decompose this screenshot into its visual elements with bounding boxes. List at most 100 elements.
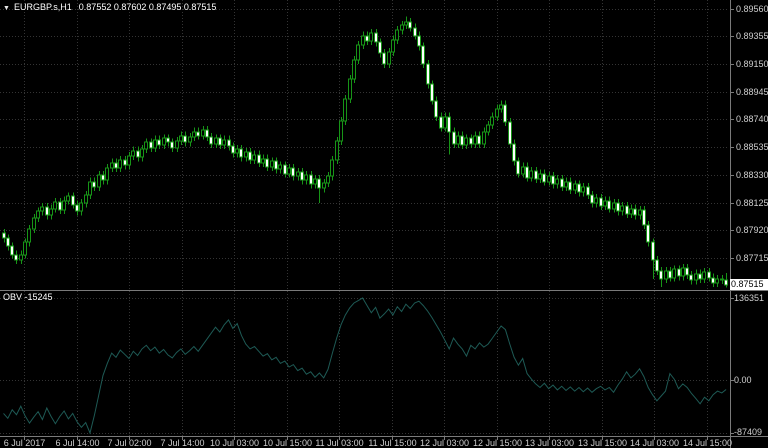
bear-candle bbox=[625, 205, 629, 215]
bear-candle bbox=[707, 271, 711, 279]
bull-candle bbox=[313, 178, 317, 185]
bear-candle bbox=[534, 170, 538, 180]
bull-candle bbox=[62, 200, 66, 211]
bear-candle bbox=[421, 45, 425, 65]
bear-candle bbox=[689, 274, 693, 281]
bear-candle bbox=[417, 35, 421, 47]
bear-candle bbox=[101, 174, 105, 181]
bear-candle bbox=[209, 136, 213, 145]
bear-candle bbox=[248, 151, 252, 161]
time-axis-label: 7 Jul 02:00 bbox=[107, 438, 151, 448]
bull-candle bbox=[538, 173, 542, 180]
bear-candle bbox=[374, 32, 378, 43]
time-axis-label: 11 Jul 03:00 bbox=[315, 438, 363, 448]
bull-candle bbox=[192, 131, 196, 138]
bear-candle bbox=[452, 131, 456, 145]
bear-candle bbox=[560, 178, 564, 188]
bear-candle bbox=[426, 63, 430, 85]
price-axis-label: 0.88125 bbox=[736, 198, 768, 208]
bear-candle bbox=[227, 139, 231, 147]
bull-candle bbox=[456, 135, 460, 145]
bear-candle bbox=[408, 21, 412, 29]
bull-candle bbox=[356, 44, 360, 61]
bull-candle bbox=[486, 124, 490, 133]
bull-candle bbox=[348, 78, 352, 100]
bull-candle bbox=[529, 170, 533, 179]
time-axis-label: 10 Jul 15:00 bbox=[263, 438, 312, 448]
bear-candle bbox=[724, 279, 728, 286]
bull-candle bbox=[201, 129, 205, 137]
bear-candle bbox=[300, 171, 304, 181]
bull-candle bbox=[400, 24, 404, 31]
bull-candle bbox=[464, 137, 468, 146]
bull-candle bbox=[404, 21, 408, 26]
bear-candle bbox=[170, 141, 174, 149]
bear-candle bbox=[365, 35, 369, 42]
chart-canvas[interactable]: 0.89560 0.89355 0.89150 0.88945 0.88740 0.885… bbox=[0, 0, 768, 448]
obv-axis-label: 136351 bbox=[734, 293, 764, 303]
bull-candle bbox=[395, 29, 399, 41]
bear-candle bbox=[218, 137, 222, 146]
bear-candle bbox=[542, 173, 546, 183]
bull-candle bbox=[131, 150, 135, 157]
bear-candle bbox=[183, 135, 187, 143]
time-axis-label: 6 Jul 2017 bbox=[4, 438, 46, 448]
time-axis-label: 6 Jul 14:00 bbox=[55, 438, 99, 448]
indicator-value: -15245 bbox=[24, 292, 53, 302]
bull-candle bbox=[564, 181, 568, 188]
bull-candle bbox=[244, 151, 248, 158]
bull-candle bbox=[79, 202, 83, 212]
bull-candle bbox=[23, 241, 27, 256]
bear-candle bbox=[698, 273, 702, 280]
bear-candle bbox=[71, 195, 75, 206]
bear-candle bbox=[720, 278, 724, 281]
bear-candle bbox=[2, 232, 6, 239]
bull-candle bbox=[391, 39, 395, 53]
bull-candle bbox=[140, 148, 144, 158]
bull-candle bbox=[179, 135, 183, 142]
bear-candle bbox=[382, 52, 386, 65]
bull-candle bbox=[715, 278, 719, 284]
bear-candle bbox=[265, 158, 269, 168]
indicator-label: OBV -15245 bbox=[3, 292, 53, 302]
bear-candle bbox=[577, 183, 581, 193]
bull-candle bbox=[304, 174, 308, 181]
bull-candle bbox=[521, 166, 525, 175]
bull-candle bbox=[499, 104, 503, 110]
bear-candle bbox=[283, 164, 287, 175]
bear-candle bbox=[460, 135, 464, 146]
bull-candle bbox=[387, 51, 391, 65]
price-axis-label: 0.87920 bbox=[736, 225, 768, 235]
bull-candle bbox=[27, 228, 31, 243]
bear-candle bbox=[136, 150, 140, 158]
bull-candle bbox=[681, 267, 685, 277]
chart-ohlc-values: 0.87552 0.87602 0.87495 0.87515 bbox=[78, 2, 217, 12]
bull-candle bbox=[694, 273, 698, 281]
bull-candle bbox=[343, 98, 347, 122]
bear-candle bbox=[378, 41, 382, 54]
price-axis-label: 0.89560 bbox=[736, 4, 768, 14]
bull-candle bbox=[629, 208, 633, 215]
bull-candle bbox=[287, 167, 291, 175]
bull-candle bbox=[490, 116, 494, 126]
bear-candle bbox=[6, 237, 10, 247]
time-axis-label: 11 Jul 15:00 bbox=[368, 438, 416, 448]
bull-candle bbox=[261, 158, 265, 164]
bull-candle bbox=[664, 270, 668, 280]
price-axis-label: 0.88535 bbox=[736, 142, 768, 152]
bear-candle bbox=[599, 197, 603, 207]
bull-candle bbox=[547, 175, 551, 183]
bear-candle bbox=[149, 141, 153, 149]
price-axis: 0.89560 0.89355 0.89150 0.88945 0.88740 0.885… bbox=[730, 4, 768, 263]
bull-candle bbox=[252, 154, 256, 161]
bear-candle bbox=[642, 209, 646, 226]
bear-candle bbox=[75, 204, 79, 212]
chart-menu-icon[interactable]: ▼ bbox=[3, 5, 10, 12]
bear-candle bbox=[257, 154, 261, 164]
bear-candle bbox=[503, 104, 507, 123]
obv-line bbox=[3, 297, 727, 435]
bull-candle bbox=[118, 159, 122, 169]
time-axis-label: 12 Jul 15:00 bbox=[473, 438, 522, 448]
bull-candle bbox=[555, 178, 559, 185]
bull-candle bbox=[612, 202, 616, 210]
